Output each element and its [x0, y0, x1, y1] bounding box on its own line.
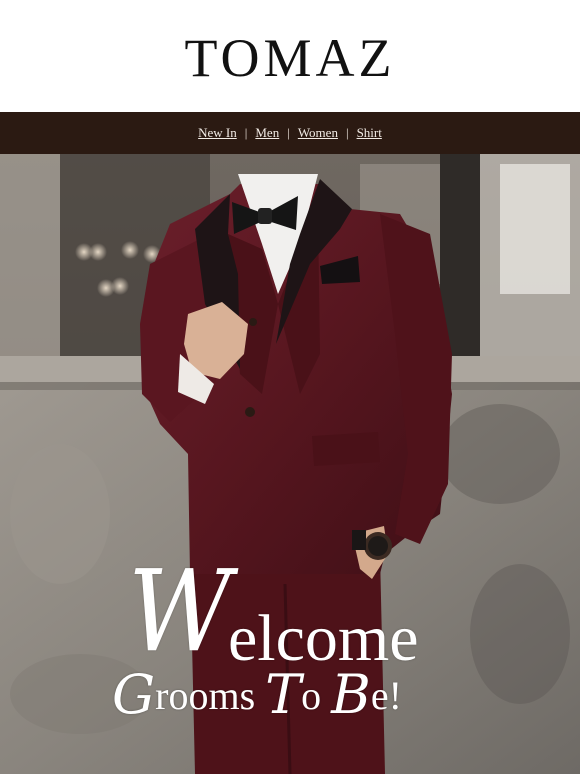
hero-banner[interactable]: W elcome Grooms To Be! — [0, 154, 580, 774]
nav-link-women[interactable]: Women — [298, 125, 338, 141]
nav-bar: New In | Men | Women | Shirt — [0, 112, 580, 154]
nav-link-shirt[interactable]: Shirt — [357, 125, 382, 141]
nav-link-new-in[interactable]: New In — [198, 125, 237, 141]
brand-logo[interactable]: TOMAZ — [184, 31, 395, 85]
nav-separator: | — [287, 125, 290, 140]
hero-image — [0, 154, 580, 774]
nav-separator: | — [345, 125, 349, 140]
nav-separator: | — [244, 125, 248, 140]
nav-link-men[interactable]: Men — [255, 125, 279, 141]
header: TOMAZ — [0, 0, 580, 112]
